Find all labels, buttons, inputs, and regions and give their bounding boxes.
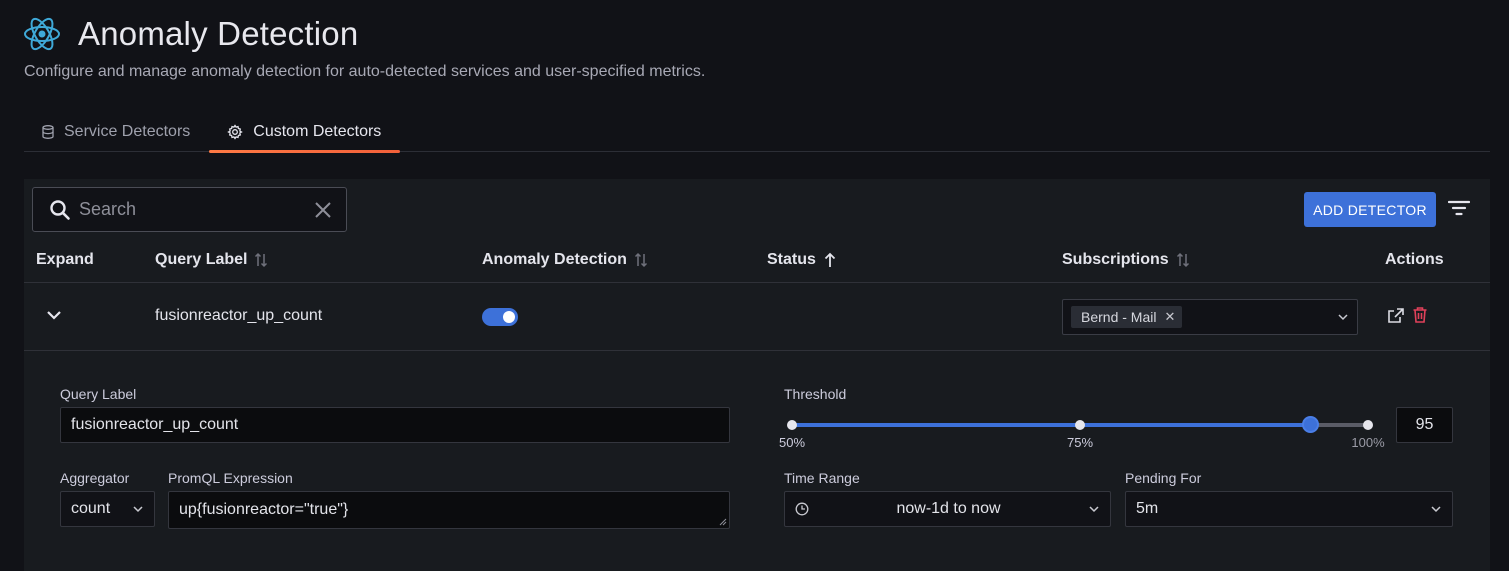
slider-mark [1075, 420, 1085, 430]
pending-for-label: Pending For [1125, 470, 1202, 486]
resize-handle-icon[interactable] [719, 518, 727, 526]
sort-icon [634, 252, 647, 268]
column-anomaly-detection[interactable]: Anomaly Detection [482, 251, 648, 269]
slider-mark-label: 50% [778, 435, 806, 450]
clock-icon [795, 502, 809, 516]
slider-mark-label: 100% [1351, 435, 1385, 450]
aggregator-select[interactable]: count [60, 491, 155, 527]
slider-track [792, 423, 1311, 427]
page-subtitle: Configure and manage anomaly detection f… [24, 63, 706, 80]
external-link-icon[interactable] [1387, 307, 1405, 325]
detector-tabs: Service Detectors Custom Detectors [24, 112, 1490, 153]
threshold-label: Threshold [784, 386, 847, 402]
column-actions: Actions [1385, 251, 1444, 268]
tab-service-detectors[interactable]: Service Detectors [24, 112, 209, 151]
query-label-cell: fusionreactor_up_count [155, 307, 323, 324]
sort-icon [1176, 252, 1189, 268]
time-range-label: Time Range [784, 470, 860, 486]
threshold-slider[interactable] [787, 416, 1373, 433]
clear-search-icon[interactable] [314, 201, 332, 219]
threshold-input[interactable]: 95 [1396, 407, 1453, 443]
detectors-panel: ADD DETECTOR Expand Query Label Anomaly … [24, 179, 1490, 571]
tab-label: Custom Detectors [253, 122, 382, 140]
chevron-down-icon [1089, 506, 1099, 513]
chevron-down-icon[interactable] [46, 309, 62, 321]
chevron-down-icon [133, 506, 143, 513]
add-detector-button[interactable]: ADD DETECTOR [1304, 192, 1436, 227]
column-status[interactable]: Status [767, 251, 837, 269]
promql-label: PromQL Expression [168, 470, 293, 486]
tab-custom-detectors[interactable]: Custom Detectors [209, 112, 401, 153]
database-icon [42, 124, 54, 139]
table-row: fusionreactor_up_count Bernd - Mail ✕ [24, 283, 1490, 351]
promql-textarea[interactable]: up{fusionreactor="true"} [168, 491, 730, 529]
query-label-label: Query Label [60, 386, 137, 402]
page-title: Anomaly Detection [78, 15, 359, 52]
tab-label: Service Detectors [64, 122, 191, 140]
chevron-down-icon[interactable] [1337, 313, 1349, 321]
sort-ascending-icon [824, 252, 836, 267]
anomaly-detection-toggle[interactable] [482, 308, 518, 326]
subscriptions-select[interactable]: Bernd - Mail ✕ [1062, 299, 1358, 335]
chevron-down-icon [1431, 506, 1441, 513]
column-subscriptions[interactable]: Subscriptions [1062, 251, 1190, 269]
search-box[interactable] [32, 187, 347, 232]
slider-thumb[interactable] [1302, 416, 1320, 433]
gear-icon [227, 123, 244, 140]
detector-details: Query Label fusionreactor_up_count Thres… [24, 351, 1490, 571]
pending-for-select[interactable]: 5m [1125, 491, 1453, 527]
remove-chip-icon[interactable]: ✕ [1164, 309, 1175, 325]
column-query-label[interactable]: Query Label [155, 251, 268, 269]
toggle-knob [503, 311, 515, 323]
page-header: Anomaly Detection [22, 14, 358, 54]
atom-logo-icon [24, 17, 60, 51]
search-icon [50, 199, 70, 220]
time-range-picker[interactable]: now-1d to now [784, 491, 1111, 527]
search-input[interactable] [79, 199, 314, 220]
sort-icon [255, 252, 268, 268]
slider-mark [787, 420, 797, 430]
trash-icon[interactable] [1412, 306, 1428, 324]
query-label-field[interactable]: fusionreactor_up_count [60, 407, 730, 443]
filter-icon[interactable] [1448, 199, 1470, 217]
subscription-chip: Bernd - Mail ✕ [1071, 306, 1183, 328]
aggregator-label: Aggregator [60, 470, 130, 486]
slider-mark [1363, 420, 1373, 430]
slider-mark-label: 75% [1066, 435, 1094, 450]
column-expand: Expand [36, 251, 94, 268]
table-header: Expand Query Label Anomaly Detection Sta… [24, 239, 1490, 283]
